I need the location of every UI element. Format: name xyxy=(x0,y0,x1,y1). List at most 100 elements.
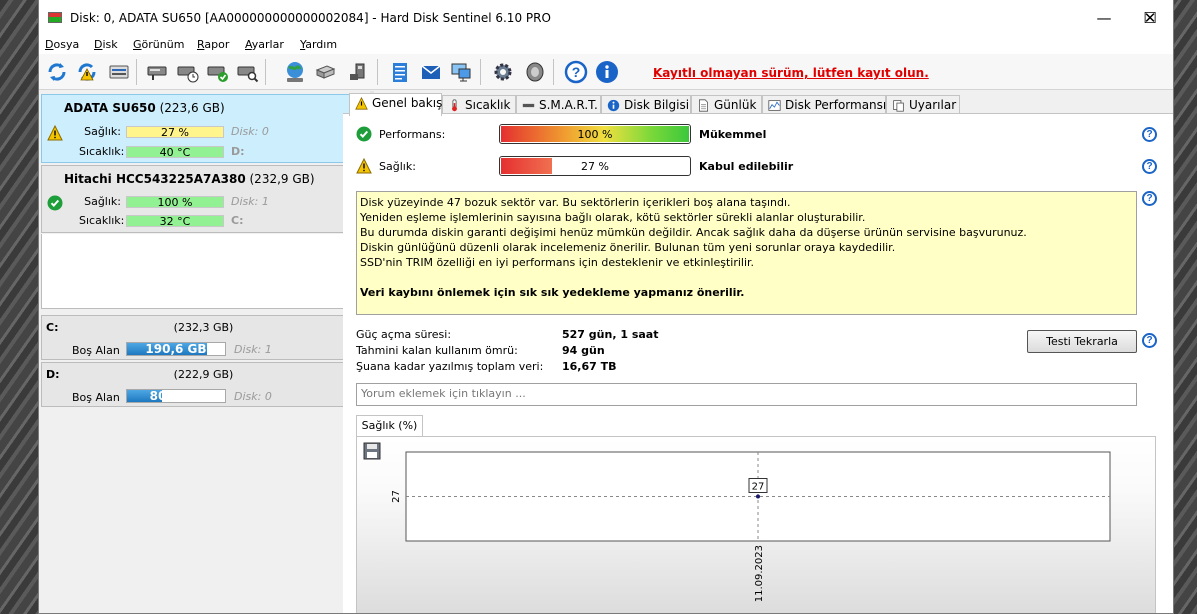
drive-icon xyxy=(315,64,335,79)
disk-index: Disk: 1 xyxy=(231,195,269,208)
partition-disk-index: Disk: 1 xyxy=(234,343,272,356)
retest-help-icon[interactable]: ? xyxy=(1142,333,1157,348)
partition-size: (232,3 GB) xyxy=(173,321,234,334)
tab-label: Disk Bilgisi xyxy=(624,98,690,112)
tab-temperature[interactable]: Sıcaklık xyxy=(442,95,516,115)
disk-schedule-button[interactable] xyxy=(173,58,200,85)
external-drive-button[interactable] xyxy=(344,58,371,85)
disk-card-hitachi[interactable]: Hitachi HCC543225A7A380 (232,9 GB) Sağlı… xyxy=(41,165,366,233)
minimize-icon: — xyxy=(1096,9,1112,27)
settings-button[interactable] xyxy=(489,58,516,85)
partition-c[interactable]: C: (232,3 GB) Boş Alan 190,6 GB Disk: 1 xyxy=(41,315,366,360)
toolbar: ? xyxy=(39,54,1173,90)
temperature-bar: 32 °C xyxy=(126,215,224,227)
alerts-icon xyxy=(893,100,904,112)
tab-label: Genel bakış xyxy=(372,96,443,110)
free-space-label: Boş Alan xyxy=(72,344,120,357)
performance-help-icon[interactable]: ? xyxy=(1142,127,1157,142)
disk-test-button[interactable] xyxy=(143,58,170,85)
unregistered-notice-link[interactable]: Kayıtlı olmayan sürüm, lütfen kayıt olun… xyxy=(653,66,929,80)
free-space-label: Boş Alan xyxy=(72,391,120,404)
ok-check-icon xyxy=(47,195,63,211)
settings-icon xyxy=(494,63,511,80)
refresh-button[interactable] xyxy=(43,58,70,85)
total-written-value: 16,67 TB xyxy=(562,360,617,373)
overview-content: Performans: 100 % Mükemmel ? Sağlık: 27 … xyxy=(343,113,1173,613)
close-button[interactable] xyxy=(1173,0,1174,36)
info-line: Bu durumda diskin garanti değişimi henüz… xyxy=(360,226,1027,239)
sound-button[interactable] xyxy=(520,58,547,85)
disk-card-adata[interactable]: ADATA SU650 (223,6 GB) Sağlık: 27 % Disk… xyxy=(41,94,366,163)
svg-text:?: ? xyxy=(571,64,580,80)
power-on-time-value: 527 gün, 1 saat xyxy=(562,328,659,341)
tab-disk-info[interactable]: Disk Bilgisi xyxy=(601,95,691,115)
tab-disk-performance[interactable]: Disk Performansı xyxy=(762,95,886,115)
power-on-time-label: Güç açma süresi: xyxy=(356,328,452,341)
menu-report[interactable]: Rapor xyxy=(197,38,229,51)
health-chart-area: 27 11.09.2023 27 xyxy=(356,436,1156,613)
help-icon: ? xyxy=(564,60,587,83)
menu-help[interactable]: Yardım xyxy=(300,38,337,51)
about-button[interactable] xyxy=(593,58,620,85)
menu-bar: Dosya Disk Görünüm Rapor Ayarlar Yardım xyxy=(39,36,1173,54)
tab-alerts[interactable]: Uyarılar xyxy=(886,95,960,115)
health-help-icon[interactable]: ? xyxy=(1142,159,1157,174)
tab-log[interactable]: Günlük xyxy=(691,95,762,115)
online-button[interactable] xyxy=(281,58,308,85)
tab-label: S.M.A.R.T. xyxy=(539,98,598,112)
disk-index: Disk: 0 xyxy=(231,125,269,138)
chart-x-tick-label: 11.09.2023 xyxy=(754,545,765,602)
close-icon: ✕ xyxy=(1143,9,1157,27)
temperature-bar: 40 °C xyxy=(126,146,224,158)
retest-button[interactable]: Testi Tekrarla xyxy=(1027,330,1137,353)
tab-overview[interactable]: Genel bakış xyxy=(349,93,442,116)
disk-check-icon xyxy=(207,66,228,82)
menu-settings[interactable]: Ayarlar xyxy=(245,38,284,51)
disk-search-icon xyxy=(237,66,258,82)
total-written-label: Şuana kadar yazılmış toplam veri: xyxy=(356,360,544,373)
menu-file[interactable]: Dosya xyxy=(45,38,79,51)
title-bar[interactable]: Disk: 0, ADATA SU650 [AA0000000000000020… xyxy=(39,0,1173,36)
info-line: Yeniden eşleme işlemlerinin sayısına bağ… xyxy=(360,211,866,224)
email-button[interactable] xyxy=(417,58,444,85)
close-button-glyph[interactable]: ✕ xyxy=(1125,0,1173,36)
tab-label: Sıcaklık xyxy=(465,98,511,112)
toolbar-separator xyxy=(480,59,481,85)
refresh-all-button[interactable] xyxy=(73,58,100,85)
health-bar: 27 % xyxy=(126,126,224,138)
menu-disk[interactable]: Disk xyxy=(94,38,118,51)
disk-check-button[interactable] xyxy=(203,58,230,85)
disk-search-button[interactable] xyxy=(233,58,260,85)
disk-list-empty-area xyxy=(41,234,366,309)
disk-list-button[interactable] xyxy=(105,58,132,85)
drive-button[interactable] xyxy=(311,58,338,85)
info-line: Diskin günlüğünü düzenli olarak inceleme… xyxy=(360,241,896,254)
performance-meter: 100 % xyxy=(499,124,691,144)
minimize-button[interactable]: — xyxy=(1081,0,1127,36)
tab-label: Uyarılar xyxy=(909,98,957,112)
disk-icon xyxy=(109,65,128,78)
comment-input[interactable]: Yorum eklemek için tıklayın ... xyxy=(356,383,1137,406)
window-title: Disk: 0, ADATA SU650 [AA0000000000000020… xyxy=(70,11,551,25)
warning-icon xyxy=(47,125,63,141)
notepad-icon xyxy=(392,62,407,82)
info-help-icon[interactable]: ? xyxy=(1142,191,1157,206)
refresh-icon xyxy=(47,62,66,81)
thermometer-icon xyxy=(452,99,457,112)
remaining-lifetime-value: 94 gün xyxy=(562,344,605,357)
disk-clock-icon xyxy=(177,66,198,82)
performance-label: Performans: xyxy=(379,128,446,141)
chart-data-label: 27 xyxy=(752,482,765,493)
temperature-label: Sıcaklık: xyxy=(79,145,125,158)
partition-d[interactable]: D: (222,9 GB) Boş Alan 80,7 GB Disk: 0 xyxy=(41,362,366,407)
chart-tab-health[interactable]: Sağlık (%) xyxy=(356,415,423,437)
free-space-value: 80,7 GB xyxy=(149,389,203,403)
menu-view[interactable]: Görünüm xyxy=(133,38,184,51)
toolbar-separator xyxy=(136,59,137,85)
network-button[interactable] xyxy=(447,58,474,85)
info-icon xyxy=(607,99,620,112)
report-button[interactable] xyxy=(386,58,413,85)
tab-smart[interactable]: S.M.A.R.T. xyxy=(516,95,601,115)
toolbar-separator xyxy=(553,59,554,85)
help-button[interactable]: ? xyxy=(562,58,589,85)
